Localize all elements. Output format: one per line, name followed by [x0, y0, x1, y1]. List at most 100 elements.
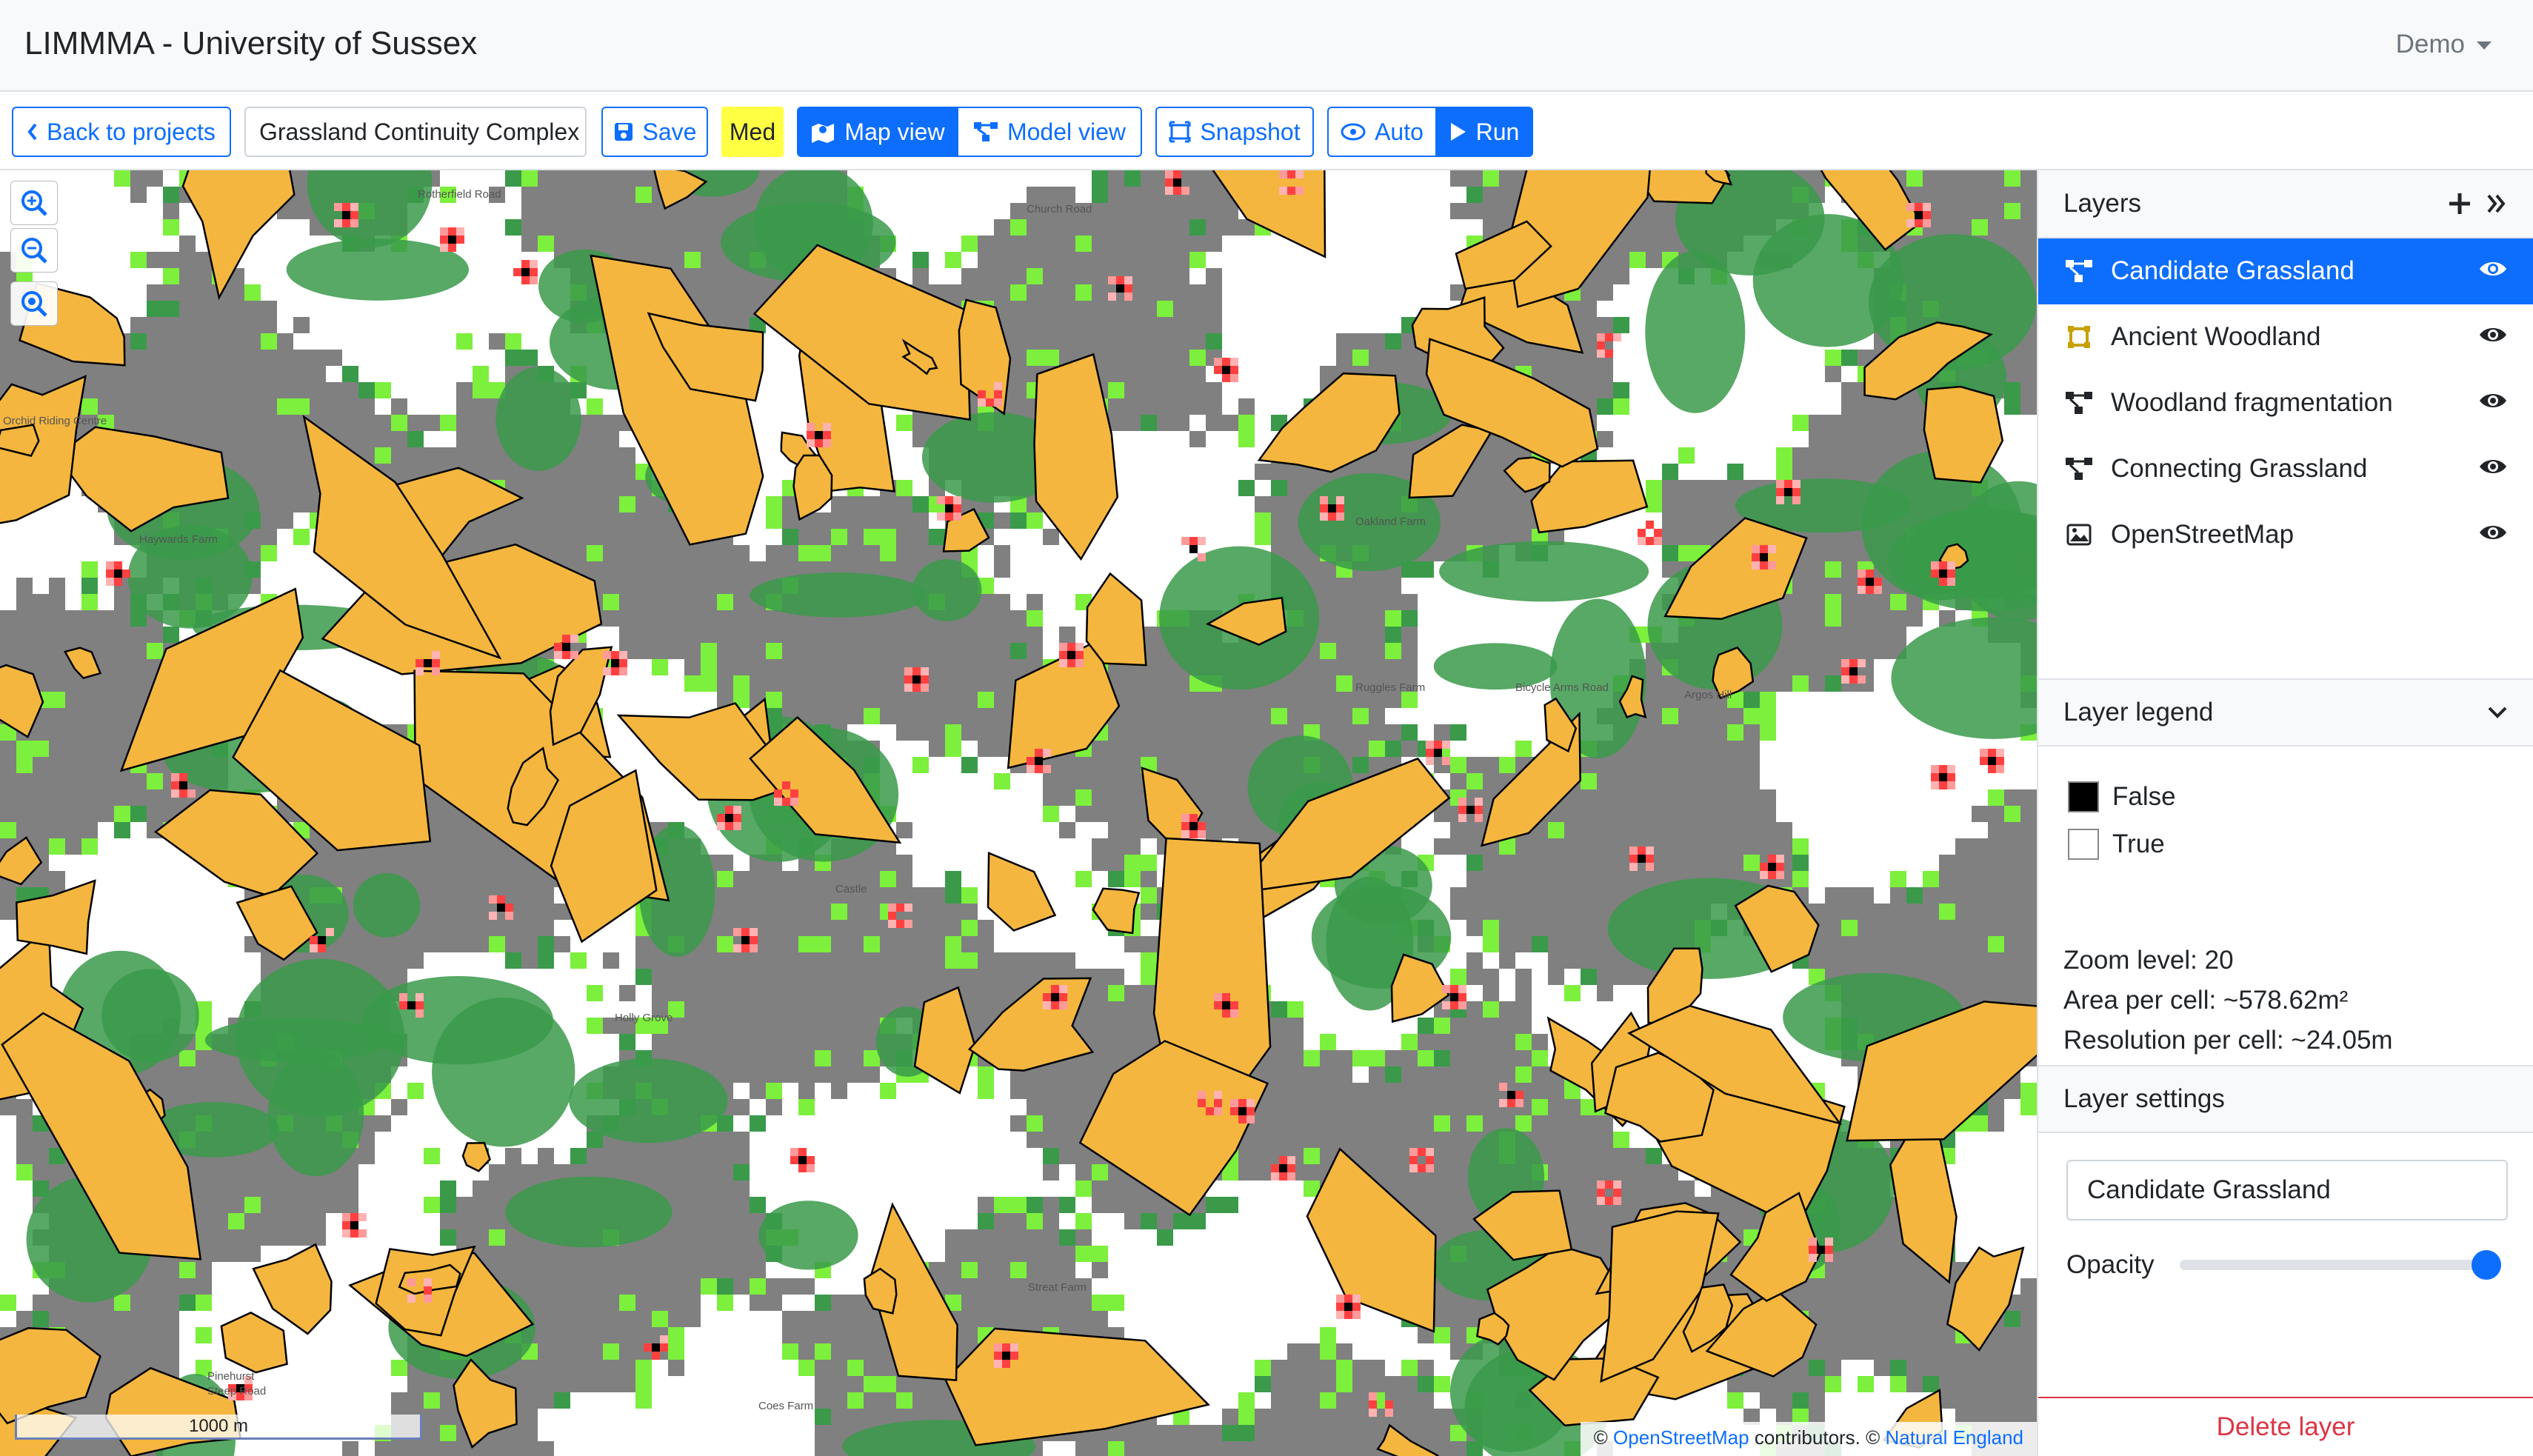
layer-settings-header: Layer settings: [2038, 1066, 2533, 1133]
model-icon: [2063, 387, 2095, 418]
map-icon: [812, 124, 835, 143]
opacity-slider-thumb[interactable]: [2471, 1250, 2501, 1280]
visibility-eye-icon[interactable]: [2478, 520, 2508, 550]
back-to-projects-button[interactable]: Back to projects: [12, 107, 231, 157]
layer-stats: Zoom level: 20 Area per cell: ~578.62m² …: [2038, 933, 2533, 1066]
play-icon: [1450, 123, 1466, 141]
save-button[interactable]: Save: [601, 107, 708, 157]
zoom-in-icon: [21, 190, 47, 216]
settings-title: Layer settings: [2063, 1084, 2225, 1113]
side-panel: Layers Candidate Grassland Ancient Woodla…: [2037, 170, 2533, 1456]
layer-list: Candidate Grassland Ancient Woodland Woodl…: [2038, 238, 2533, 568]
zoom-fit-button[interactable]: [10, 281, 58, 326]
legend-header[interactable]: Layer legend: [2038, 680, 2533, 747]
legend-label: True: [2112, 829, 2165, 858]
zoom-fit-icon: [21, 291, 47, 317]
layer-item[interactable]: OpenStreetMap: [2038, 502, 2533, 568]
layer-item[interactable]: Woodland fragmentation: [2038, 370, 2533, 436]
visibility-eye-icon[interactable]: [2478, 256, 2508, 286]
map-view-label: Map view: [844, 118, 945, 145]
map-place-label: Ruggles Farm: [1355, 681, 1426, 694]
chevron-left-icon: [27, 123, 37, 141]
model-icon: [2063, 256, 2095, 287]
layer-name-input[interactable]: Candidate Grassland: [2066, 1160, 2508, 1220]
toolbar: Back to projects Grassland Continuity Co…: [0, 92, 2533, 170]
zoom-out-button[interactable]: [10, 228, 58, 273]
project-name-input[interactable]: Grassland Continuity Complex: [244, 107, 587, 157]
osm-link[interactable]: OpenStreetMap: [1613, 1426, 1749, 1449]
map-place-label: Castle: [835, 883, 867, 895]
chevron-down-icon: [2488, 707, 2507, 718]
image-icon: [2063, 519, 2095, 550]
zoom-controls: [10, 181, 58, 326]
map-place-label: Streat Farm: [1028, 1281, 1087, 1294]
quality-badge[interactable]: Med: [721, 107, 784, 157]
app-title[interactable]: LIMMMA - University of Sussex: [24, 25, 477, 62]
natural-england-link[interactable]: Natural England: [1886, 1426, 2023, 1449]
legend-swatch: [2068, 829, 2099, 860]
snapshot-button[interactable]: Snapshot: [1155, 107, 1314, 157]
floppy-disk-icon: [614, 123, 633, 141]
zoom-level-text: Zoom level: 20: [2063, 946, 2234, 975]
auto-run-toggle[interactable]: Auto: [1327, 107, 1437, 157]
opacity-row: Opacity: [2066, 1243, 2514, 1287]
layer-item-label: Ancient Woodland: [2111, 322, 2321, 351]
model-view-button[interactable]: Model view: [958, 107, 1142, 157]
snapshot-label: Snapshot: [1200, 118, 1301, 145]
add-layer-icon[interactable]: [2447, 191, 2472, 216]
layers-header: Layers: [2038, 170, 2533, 238]
layer-item-label: Connecting Grassland: [2111, 454, 2368, 483]
eye-icon: [1341, 123, 1366, 141]
layers-section: Layers Candidate Grassland Ancient Woodla…: [2038, 170, 2533, 680]
map-place-label: Haywards Farm: [139, 533, 218, 546]
layers-title: Layers: [2063, 189, 2142, 218]
area-per-cell-text: Area per cell: ~578.62m²: [2063, 986, 2349, 1015]
opacity-label: Opacity: [2066, 1250, 2155, 1279]
model-icon: [2063, 453, 2095, 484]
user-menu-dropdown[interactable]: Demo: [2396, 30, 2492, 59]
layer-item[interactable]: Connecting Grassland: [2038, 436, 2533, 502]
visibility-eye-icon[interactable]: [2478, 388, 2508, 418]
legend-entry: True: [2068, 821, 2503, 868]
zoom-in-button[interactable]: [10, 181, 58, 225]
legend-body: False True: [2038, 747, 2533, 933]
map-attribution: © OpenStreetMap contributors. © Natural …: [1580, 1422, 2037, 1456]
zoom-out-icon: [21, 238, 47, 264]
map-place-label: Coes Farm: [758, 1400, 814, 1412]
run-label: Run: [1475, 118, 1520, 145]
collapse-panel-icon[interactable]: [2486, 193, 2508, 215]
back-label: Back to projects: [47, 118, 216, 145]
map-place-label: Argos Hill: [1684, 689, 1732, 701]
auto-label: Auto: [1375, 118, 1424, 145]
visibility-eye-icon[interactable]: [2478, 454, 2508, 484]
map-place-label: Rotherfield Road: [418, 188, 501, 201]
layer-settings-body: Candidate Grassland Opacity: [2038, 1133, 2533, 1287]
layer-item[interactable]: Candidate Grassland: [2038, 238, 2533, 304]
chevron-down-icon: [2477, 41, 2492, 50]
map-place-label: Pinehurst: [207, 1370, 255, 1383]
resolution-per-cell-text: Resolution per cell: ~24.05m: [2063, 1026, 2393, 1055]
visibility-eye-icon[interactable]: [2478, 322, 2508, 352]
save-label: Save: [642, 118, 697, 145]
attribution-middle: contributors. ©: [1754, 1426, 1880, 1449]
dataset-icon: [2063, 321, 2095, 353]
opacity-slider[interactable]: [2179, 1250, 2501, 1280]
legend-title: Layer legend: [2063, 698, 2214, 727]
map-place-label: Oakland Farm: [1355, 515, 1426, 528]
layer-item[interactable]: Ancient Woodland: [2038, 304, 2533, 370]
run-button[interactable]: Run: [1437, 107, 1533, 157]
legend-swatch: [2068, 781, 2099, 812]
map-layers: [0, 170, 2037, 1456]
map-place-label: Steep Road: [207, 1385, 267, 1397]
user-menu-label: Demo: [2395, 30, 2465, 59]
snapshot-icon: [1169, 121, 1191, 143]
map-place-label: Holly Grove: [615, 1012, 673, 1024]
navbar: LIMMMA - University of Sussex Demo: [0, 0, 2533, 92]
map-canvas[interactable]: Haywards Farm Holly Grove Ruggles Farm O…: [0, 170, 2037, 1456]
legend-label: False: [2112, 782, 2176, 811]
map-view-button[interactable]: Map view: [797, 107, 958, 157]
map-scale-bar: 1000 m: [15, 1415, 422, 1440]
delete-layer-button[interactable]: Delete layer: [2038, 1397, 2533, 1456]
map-place-label: Orchid Riding Centre: [3, 415, 107, 427]
attribution-prefix: ©: [1593, 1426, 1608, 1449]
